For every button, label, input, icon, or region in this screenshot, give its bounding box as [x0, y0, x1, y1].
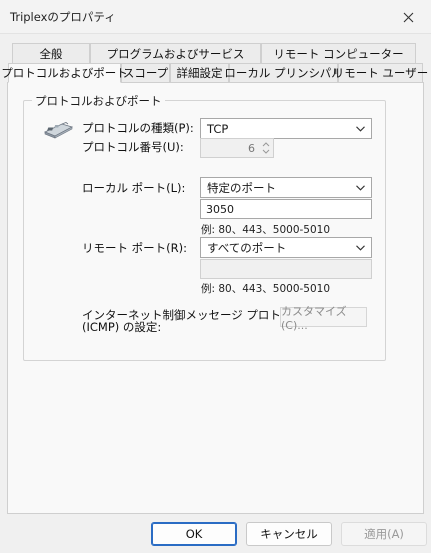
- protocol-type-label: プロトコルの種類(P):: [82, 121, 194, 135]
- group-title: プロトコルおよびポート: [32, 93, 165, 109]
- tab-programs-services[interactable]: プログラムおよびサービス: [90, 43, 261, 63]
- local-port-value: 3050: [206, 202, 234, 216]
- remote-port-select[interactable]: すべてのポート: [200, 237, 372, 258]
- remote-port-hint: 例: 80、443、5000-5010: [201, 283, 331, 295]
- local-port-select[interactable]: 特定のポート: [200, 177, 372, 198]
- protocol-number-value: 6: [248, 142, 255, 155]
- protocol-type-value: TCP: [207, 121, 229, 136]
- protocol-number-label: プロトコル番号(U):: [82, 140, 184, 154]
- remote-port-select-value: すべてのポート: [207, 240, 287, 255]
- local-port-input[interactable]: 3050: [200, 199, 372, 219]
- cancel-button[interactable]: キャンセル: [246, 522, 332, 546]
- tab-advanced[interactable]: 詳細設定: [170, 63, 229, 83]
- icmp-label-line2: (ICMP) の設定:: [82, 320, 162, 334]
- local-port-hint: 例: 80、443、5000-5010: [201, 224, 331, 236]
- tab-remote-computers[interactable]: リモート コンピューター: [261, 43, 416, 63]
- tab-remote-users[interactable]: リモート ユーザー: [333, 63, 428, 83]
- remote-port-input[interactable]: [200, 259, 372, 279]
- protocol-number-stepper[interactable]: 6: [200, 138, 274, 158]
- apply-button[interactable]: 適用(A): [341, 522, 427, 546]
- tab-protocols-ports[interactable]: プロトコルおよびポート: [1, 63, 128, 83]
- local-port-label: ローカル ポート(L):: [82, 181, 186, 195]
- local-port-select-value: 特定のポート: [207, 180, 276, 195]
- protocol-type-select[interactable]: TCP: [200, 118, 372, 139]
- window-title: Triplexのプロパティ: [10, 10, 116, 24]
- customize-button[interactable]: カスタマイズ(C)...: [280, 305, 367, 332]
- chevron-down-icon: [356, 245, 365, 251]
- title-bar: Triplexのプロパティ: [0, 0, 431, 34]
- chevron-down-icon: [356, 126, 365, 132]
- tab-general[interactable]: 全般: [12, 43, 90, 63]
- tab-panel: プロトコルおよびポート プロトコルの種類(P): TCP プロトコル番号(U):…: [7, 82, 424, 514]
- close-icon: [403, 12, 413, 22]
- protocols-ports-group: プロトコルおよびポート プロトコルの種類(P): TCP プロトコル番号(U):…: [23, 93, 386, 361]
- network-card-icon: [43, 122, 74, 139]
- spin-arrows-icon: [262, 142, 270, 154]
- tab-scope[interactable]: スコープ: [121, 63, 170, 83]
- close-button[interactable]: [385, 0, 431, 34]
- remote-port-label: リモート ポート(R):: [82, 241, 187, 255]
- tab-local-principals[interactable]: ローカル プリンシパル: [224, 63, 343, 83]
- ok-button[interactable]: OK: [151, 522, 237, 546]
- chevron-down-icon: [356, 185, 365, 191]
